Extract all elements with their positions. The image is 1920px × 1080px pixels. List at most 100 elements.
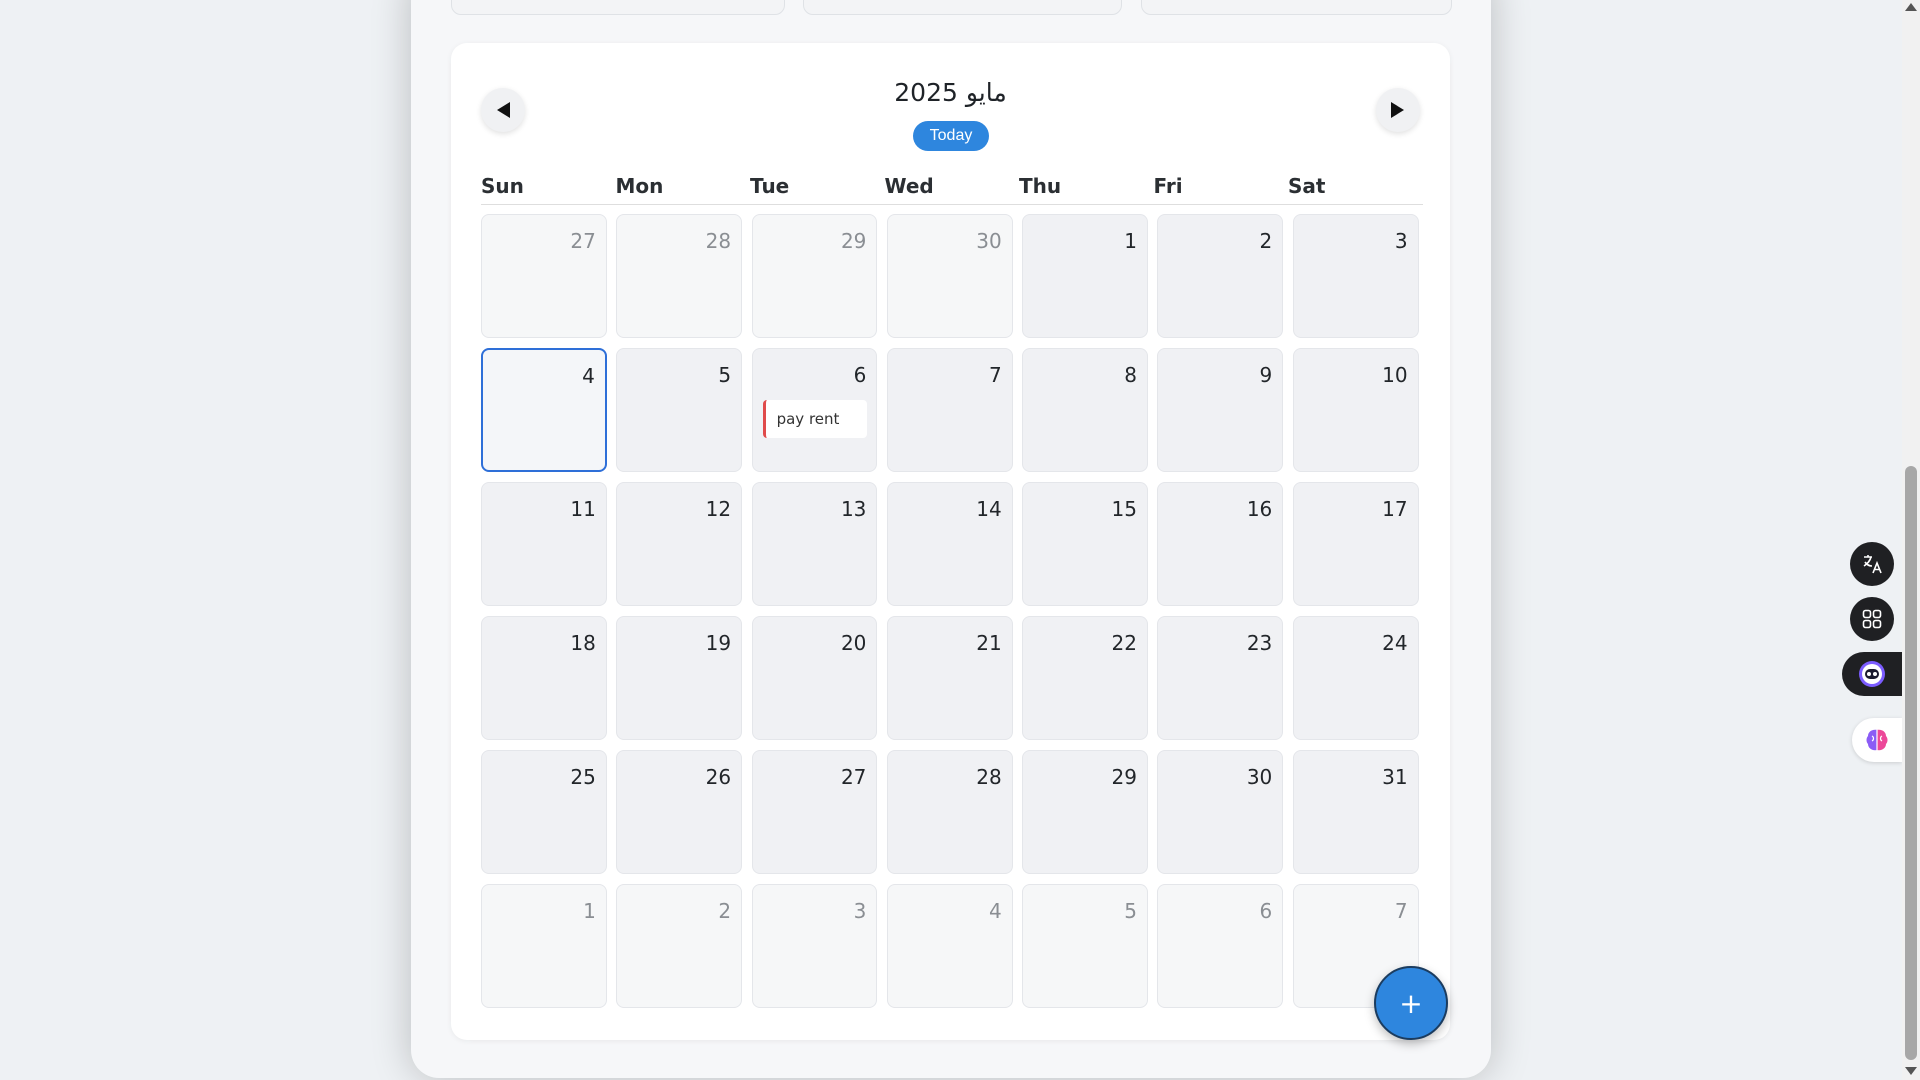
day-cell[interactable]: 31 <box>1292 750 1419 874</box>
day-cell[interactable]: 3 <box>751 884 878 1008</box>
day-cell[interactable]: 24 <box>1292 616 1419 740</box>
day-cell[interactable]: 4 <box>886 884 1013 1008</box>
day-number: 4 <box>582 364 595 388</box>
weekday-label: Wed <box>884 174 934 198</box>
day-number: 26 <box>705 765 732 789</box>
day-cell[interactable]: 5 <box>1022 884 1148 1008</box>
weekday-label: Fri <box>1153 174 1183 198</box>
summary-card-3 <box>1141 0 1452 15</box>
day-cell[interactable]: 8 <box>1022 348 1148 472</box>
day-cell[interactable]: 30 <box>886 214 1013 338</box>
translate-icon <box>1863 555 1882 574</box>
day-cell[interactable]: 1 <box>481 884 607 1008</box>
triangle-right-icon <box>1391 102 1404 118</box>
day-number: 19 <box>705 631 732 655</box>
day-number: 5 <box>718 363 732 387</box>
day-number: 1 <box>583 899 596 923</box>
weekday-label: Sat <box>1288 174 1326 198</box>
day-number: 28 <box>705 229 732 253</box>
day-number: 12 <box>705 497 732 521</box>
day-number: 27 <box>570 229 596 253</box>
weekday-label: Thu <box>1019 174 1062 198</box>
day-number: 10 <box>1382 363 1408 387</box>
day-cell[interactable]: 29 <box>751 214 878 338</box>
brain-tool-button[interactable] <box>1852 718 1902 762</box>
weekday-label: Tue <box>750 174 790 198</box>
weekday-label: Mon <box>615 174 664 198</box>
day-number: 22 <box>1111 631 1137 655</box>
next-month-button[interactable] <box>1376 88 1420 132</box>
day-number: 4 <box>988 899 1002 923</box>
day-cell[interactable]: 27 <box>751 750 878 874</box>
month-title: مايو 2025 <box>894 78 1007 107</box>
day-cell[interactable]: 26 <box>616 750 743 874</box>
day-cell[interactable]: 28 <box>886 750 1013 874</box>
day-cell[interactable]: 25 <box>481 750 607 874</box>
day-cell[interactable]: 23 <box>1157 616 1284 740</box>
day-number: 9 <box>1259 363 1273 387</box>
day-number: 16 <box>1246 497 1273 521</box>
day-number: 18 <box>570 631 596 655</box>
day-cell[interactable]: 30 <box>1157 750 1284 874</box>
assistant-tool-button[interactable] <box>1842 652 1902 696</box>
weekday-header: Sun Mon Tue Wed Thu Fri Sat <box>481 174 1423 205</box>
day-number: 2 <box>1259 229 1273 253</box>
day-number: 2 <box>718 899 732 923</box>
day-cell[interactable]: 15 <box>1022 482 1148 606</box>
calendar-card: مايو 2025 Today Sun Mon Tue Wed Thu Fri … <box>451 43 1450 1040</box>
day-number: 8 <box>1124 363 1137 387</box>
day-cell[interactable]: 1 <box>1022 214 1148 338</box>
day-cell[interactable]: 22 <box>1022 616 1148 740</box>
day-number: 6 <box>853 363 867 387</box>
scrollbar-thumb[interactable] <box>1905 466 1917 1060</box>
day-number: 3 <box>1394 229 1408 253</box>
day-number: 1 <box>1124 229 1137 253</box>
summary-card-2 <box>803 0 1122 15</box>
day-number: 23 <box>1246 631 1273 655</box>
day-cell[interactable]: 16 <box>1157 482 1284 606</box>
day-cell[interactable]: 6 <box>1157 884 1284 1008</box>
day-cell[interactable]: 6 pay rent <box>751 348 878 472</box>
day-cell[interactable]: 28 <box>616 214 743 338</box>
add-event-button[interactable]: + <box>1374 966 1448 1040</box>
day-cell[interactable]: 14 <box>886 482 1013 606</box>
day-cell[interactable]: 21 <box>886 616 1013 740</box>
day-cell[interactable]: 27 <box>481 214 607 338</box>
today-button[interactable]: Today <box>913 121 989 151</box>
day-cell[interactable]: 10 <box>1292 348 1419 472</box>
calendar-grid: 27 28 29 30 1 2 3 4 5 6 pay rent 7 8 9 10 11 12 13 14 15 16 1… <box>481 214 1423 1008</box>
day-cell[interactable]: 12 <box>616 482 743 606</box>
weekday-label: Sun <box>481 174 524 198</box>
day-cell[interactable]: 2 <box>1157 214 1284 338</box>
day-cell[interactable]: 9 <box>1157 348 1284 472</box>
day-cell[interactable]: 17 <box>1292 482 1419 606</box>
day-number: 20 <box>840 631 867 655</box>
day-number: 27 <box>840 765 867 789</box>
scroll-up-icon[interactable] <box>1905 3 1917 11</box>
day-cell[interactable]: 13 <box>751 482 878 606</box>
day-number: 24 <box>1382 631 1408 655</box>
day-number: 21 <box>976 631 1002 655</box>
day-cell[interactable]: 7 <box>886 348 1013 472</box>
day-number: 11 <box>570 497 596 521</box>
brain-icon <box>1866 729 1888 751</box>
scroll-down-icon[interactable] <box>1905 1067 1917 1075</box>
day-cell[interactable]: 5 <box>616 348 743 472</box>
day-cell[interactable]: 19 <box>616 616 743 740</box>
event-chip[interactable]: pay rent <box>762 400 867 438</box>
day-number: 15 <box>1111 497 1137 521</box>
day-cell[interactable]: 11 <box>481 482 607 606</box>
day-cell-today[interactable]: 4 <box>481 348 607 472</box>
apps-tool-button[interactable] <box>1850 597 1894 641</box>
day-cell[interactable]: 2 <box>616 884 743 1008</box>
day-number: 17 <box>1382 497 1408 521</box>
translate-tool-button[interactable] <box>1850 542 1894 586</box>
day-number: 29 <box>1111 765 1137 789</box>
day-number: 25 <box>570 765 596 789</box>
day-cell[interactable]: 18 <box>481 616 607 740</box>
day-cell[interactable]: 29 <box>1022 750 1148 874</box>
plus-icon: + <box>1399 986 1423 1020</box>
day-cell[interactable]: 20 <box>751 616 878 740</box>
day-cell[interactable]: 3 <box>1292 214 1419 338</box>
day-number: 7 <box>1394 899 1408 923</box>
